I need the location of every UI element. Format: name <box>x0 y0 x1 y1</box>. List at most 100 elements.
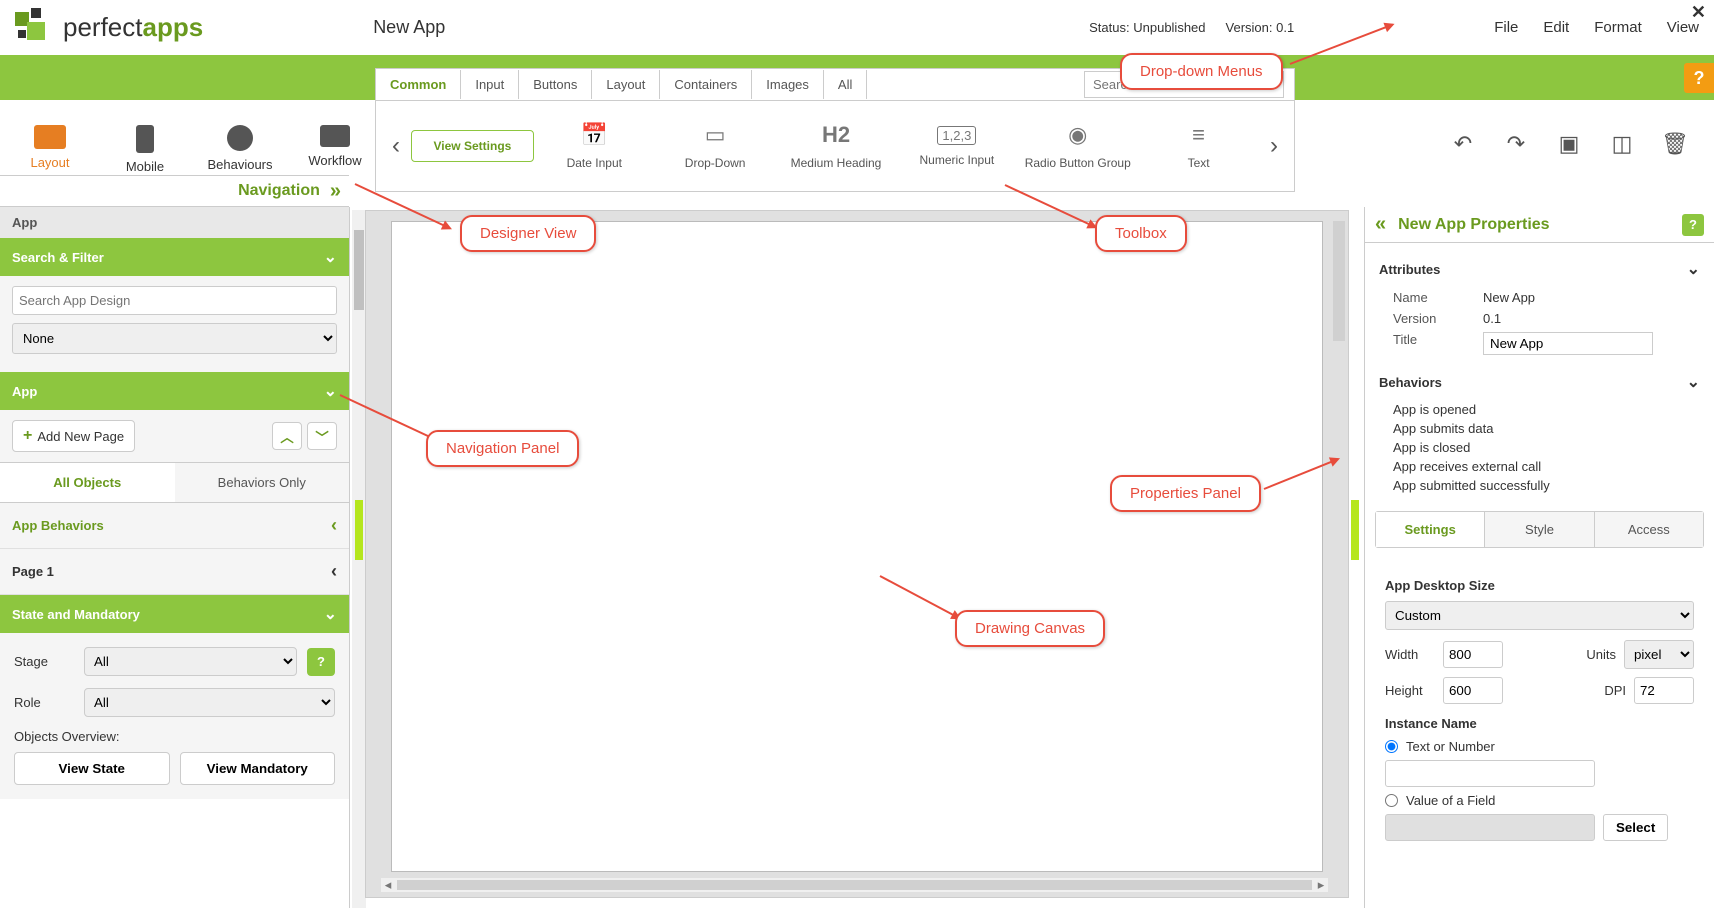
height-input[interactable] <box>1443 677 1503 704</box>
chevron-left-icon: ‹ <box>331 515 337 536</box>
text-icon: ≡ <box>1192 122 1205 148</box>
instance-text-input[interactable] <box>1385 760 1595 787</box>
properties-tabs: Settings Style Access <box>1375 511 1704 548</box>
menu-file[interactable]: File <box>1494 19 1518 36</box>
behavior-item[interactable]: App submits data <box>1393 419 1700 438</box>
top-header: perfectapps New App Status: Unpublished … <box>0 0 1714 55</box>
role-label: Role <box>14 695 74 710</box>
move-up-button[interactable]: ︿ <box>272 422 302 450</box>
behavior-item[interactable]: App receives external call <box>1393 457 1700 476</box>
status-value: Unpublished <box>1133 20 1205 35</box>
search-filter-label: Search & Filter <box>12 250 104 265</box>
mode-behaviours[interactable]: Behaviours <box>205 125 275 174</box>
units-select[interactable]: pixel <box>1624 640 1694 669</box>
add-page-button[interactable]: + Add New Page <box>12 420 135 452</box>
scroll-left-icon[interactable]: ◂ <box>381 877 395 893</box>
back-icon[interactable]: « <box>1375 213 1386 236</box>
annotation-navpanel: Navigation Panel <box>426 430 579 467</box>
tab-access[interactable]: Access <box>1595 512 1703 547</box>
radio-text-number[interactable] <box>1385 740 1398 753</box>
version-value: 0.1 <box>1276 20 1294 35</box>
status-label: Status: <box>1089 20 1129 35</box>
tool-radio[interactable]: ◉ Radio Button Group <box>1017 114 1138 178</box>
tab-layout[interactable]: Layout <box>592 70 660 99</box>
width-input[interactable] <box>1443 641 1503 668</box>
section-state-mandatory[interactable]: State and Mandatory ⌄ <box>0 595 349 633</box>
radio-icon: ◉ <box>1068 122 1087 148</box>
row-page-1[interactable]: Page 1 ‹ <box>0 549 349 595</box>
tab-style[interactable]: Style <box>1485 512 1594 547</box>
menu-format[interactable]: Format <box>1594 19 1642 36</box>
behavior-item[interactable]: App is opened <box>1393 400 1700 419</box>
desktop-size-label: App Desktop Size <box>1385 578 1694 593</box>
tab-containers[interactable]: Containers <box>660 70 752 99</box>
tab-input[interactable]: Input <box>461 70 519 99</box>
tool-heading[interactable]: H2 Medium Heading <box>776 114 897 178</box>
undo-icon[interactable]: ↶ <box>1449 130 1477 158</box>
view-mandatory-button[interactable]: View Mandatory <box>180 752 336 785</box>
mode-layout[interactable]: Layout <box>15 125 85 174</box>
tab-all[interactable]: All <box>824 70 867 99</box>
tab-all-objects[interactable]: All Objects <box>0 463 175 502</box>
help-icon[interactable]: ? <box>307 648 335 676</box>
title-input[interactable] <box>1483 332 1653 355</box>
attributes-label: Attributes <box>1379 262 1440 277</box>
tool-numeric[interactable]: 1,2,3 Numeric Input <box>896 118 1017 175</box>
top-menus: File Edit Format View <box>1494 19 1699 36</box>
chevron-down-icon: ⌄ <box>324 247 337 267</box>
tool-view-settings[interactable]: View Settings <box>411 130 534 162</box>
help-icon[interactable]: ? <box>1682 214 1704 236</box>
tool-view-settings-label: View Settings <box>434 139 512 153</box>
tab-settings[interactable]: Settings <box>1376 512 1485 547</box>
ungroup-icon[interactable]: ◫ <box>1608 130 1636 158</box>
resize-handle-left[interactable] <box>355 500 363 560</box>
tab-behaviors-only[interactable]: Behaviors Only <box>175 463 350 502</box>
help-button[interactable]: ? <box>1684 63 1714 93</box>
stage-select[interactable]: All <box>84 647 297 676</box>
canvas-vscroll[interactable] <box>1333 221 1345 341</box>
move-down-button[interactable]: ﹀ <box>307 422 337 450</box>
drawing-canvas[interactable] <box>391 221 1323 872</box>
role-select[interactable]: All <box>84 688 335 717</box>
behavior-item[interactable]: App submitted successfully <box>1393 476 1700 495</box>
behavior-item[interactable]: App is closed <box>1393 438 1700 457</box>
attributes-header[interactable]: Attributes ⌄ <box>1379 259 1700 279</box>
mode-layout-label: Layout <box>30 155 69 170</box>
select-button[interactable]: Select <box>1603 814 1668 841</box>
row-app-behaviors[interactable]: App Behaviors ‹ <box>0 503 349 549</box>
toolbox-scroll-right[interactable]: › <box>1259 132 1289 160</box>
tab-images[interactable]: Images <box>752 70 824 99</box>
mode-workflow[interactable]: Workflow <box>300 125 370 174</box>
close-icon[interactable]: ✕ <box>1691 2 1706 23</box>
tab-common[interactable]: Common <box>376 70 461 99</box>
search-app-input[interactable] <box>12 286 337 315</box>
redo-icon[interactable]: ↷ <box>1502 130 1530 158</box>
filter-select[interactable]: None <box>12 323 337 354</box>
tab-buttons[interactable]: Buttons <box>519 70 592 99</box>
tool-text[interactable]: ≡ Text <box>1138 114 1259 178</box>
behaviors-header[interactable]: Behaviors ⌄ <box>1379 372 1700 392</box>
tool-text-label: Text <box>1188 156 1210 170</box>
group-icon[interactable]: ▣ <box>1555 130 1583 158</box>
section-search-filter[interactable]: Search & Filter ⌄ <box>0 238 349 276</box>
scroll-right-icon[interactable]: ▸ <box>1314 877 1328 893</box>
menu-edit[interactable]: Edit <box>1543 19 1569 36</box>
toolbox-scroll-left[interactable]: ‹ <box>381 132 411 160</box>
brain-icon <box>227 125 253 151</box>
trash-icon[interactable]: 🗑 <box>1661 130 1689 158</box>
instance-name-label: Instance Name <box>1385 716 1694 731</box>
app-section-label: App <box>12 384 37 399</box>
resize-handle-right[interactable] <box>1351 500 1359 560</box>
section-app-green[interactable]: App ⌄ <box>0 372 349 410</box>
annotation-canvas: Drawing Canvas <box>955 610 1105 647</box>
tool-numeric-label: Numeric Input <box>920 153 995 167</box>
radio-field-value[interactable] <box>1385 794 1398 807</box>
view-state-button[interactable]: View State <box>14 752 170 785</box>
tool-dropdown[interactable]: ▭ Drop-Down <box>655 114 776 178</box>
dpi-input[interactable] <box>1634 677 1694 704</box>
canvas-hscroll[interactable]: ◂ ▸ <box>381 878 1328 892</box>
tool-date-input[interactable]: 📅 Date Input <box>534 114 655 178</box>
mode-mobile[interactable]: Mobile <box>110 125 180 174</box>
size-mode-select[interactable]: Custom <box>1385 601 1694 630</box>
nav-collapse-icon[interactable]: » <box>330 180 341 203</box>
